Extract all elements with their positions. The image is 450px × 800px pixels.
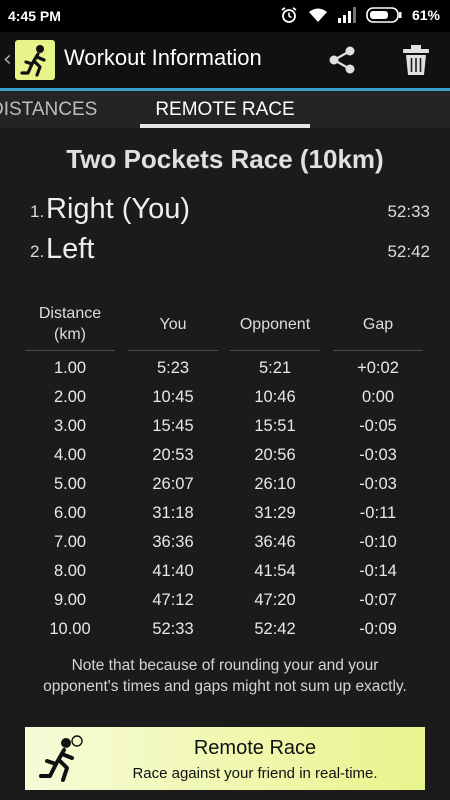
cell-distance: 5.00: [53, 475, 87, 493]
cell-opponent: 52:42: [254, 620, 296, 638]
cell-distance: 8.00: [53, 562, 87, 580]
cell-you: 5:23: [156, 359, 190, 377]
promo-title: Remote Race: [193, 737, 317, 759]
cell-gap: -0:14: [359, 562, 397, 580]
cell-gap: 0:00: [361, 388, 395, 406]
back-chevron-icon[interactable]: ‹: [3, 49, 12, 71]
tab-remote-race[interactable]: REMOTE RACE: [140, 99, 310, 121]
cell-gap: -0:09: [359, 620, 397, 638]
cell-distance: 7.00: [53, 533, 87, 551]
cell-distance: 4.00: [53, 446, 87, 464]
signal-icon: [337, 7, 356, 23]
result-rank: 1.: [30, 202, 45, 221]
promo-subtitle: Race against your friend in real-time.: [132, 765, 378, 782]
cell-distance: 9.00: [53, 591, 87, 609]
cell-you: 10:45: [152, 388, 194, 406]
app-logo-icon[interactable]: [15, 40, 55, 80]
table-header: Distance (km) You Opponent Gap: [25, 298, 425, 351]
share-button[interactable]: [326, 44, 358, 76]
cell-distance: 10.00: [49, 620, 91, 638]
cell-distance: 6.00: [53, 504, 87, 522]
tab-bar: DISTANCES REMOTE RACE: [0, 91, 450, 128]
cell-you: 20:53: [152, 446, 194, 464]
cell-distance: 2.00: [53, 388, 87, 406]
trash-icon: [403, 45, 429, 75]
table-row: 4.00 20:53 20:56 -0:03: [25, 441, 425, 470]
cell-gap: -0:05: [359, 417, 397, 435]
tab-selected-indicator: [140, 124, 310, 128]
result-row: 1. Right (You) 52:33: [30, 190, 430, 226]
cell-gap: -0:11: [359, 504, 397, 522]
table-row: 6.00 31:18 31:29 -0:11: [25, 499, 425, 528]
cell-gap: -0:07: [359, 591, 397, 609]
header-opponent: Opponent: [230, 298, 320, 351]
cell-opponent: 47:20: [254, 591, 296, 609]
table-row: 8.00 41:40 41:54 -0:14: [25, 557, 425, 586]
cell-gap: +0:02: [357, 359, 399, 377]
cell-you: 15:45: [152, 417, 194, 435]
splits-table: Distance (km) You Opponent Gap 1.00 5:23…: [25, 298, 425, 644]
delete-button[interactable]: [400, 43, 432, 77]
cell-opponent: 41:54: [254, 562, 296, 580]
cell-you: 41:40: [152, 562, 194, 580]
cell-you: 47:12: [152, 591, 194, 609]
cell-opponent: 36:46: [254, 533, 296, 551]
cell-you: 31:18: [152, 504, 194, 522]
cell-opponent: 31:29: [254, 504, 296, 522]
header-distance: Distance (km): [25, 298, 115, 351]
result-name: Left: [46, 233, 95, 265]
cell-gap: -0:03: [359, 475, 397, 493]
cell-opponent: 10:46: [254, 388, 296, 406]
app-bar: ‹ Workout Information: [0, 32, 450, 88]
cell-gap: -0:10: [359, 533, 397, 551]
cell-opponent: 20:56: [254, 446, 296, 464]
cell-opponent: 5:21: [258, 359, 292, 377]
table-row: 3.00 15:45 15:51 -0:05: [25, 412, 425, 441]
table-row: 7.00 36:36 36:46 -0:10: [25, 528, 425, 557]
tab-distances[interactable]: DISTANCES: [0, 99, 97, 121]
status-time: 4:45 PM: [8, 8, 61, 24]
table-row: 5.00 26:07 26:10 -0:03: [25, 470, 425, 499]
battery-icon: [366, 7, 402, 23]
share-icon: [329, 46, 355, 74]
cell-you: 36:36: [152, 533, 194, 551]
cell-opponent: 26:10: [254, 475, 296, 493]
result-name: Right (You): [46, 193, 191, 225]
table-row: 2.00 10:45 10:46 0:00: [25, 383, 425, 412]
rounding-note: Note that because of rounding your and y…: [43, 657, 407, 695]
cell-distance: 1.00: [53, 359, 87, 377]
header-gap: Gap: [333, 298, 423, 351]
cell-you: 52:33: [152, 620, 194, 638]
table-row: 1.00 5:23 5:21 +0:02: [25, 354, 425, 383]
running-man-icon: [39, 735, 83, 782]
cell-gap: -0:03: [359, 446, 397, 464]
cell-opponent: 15:51: [254, 417, 296, 435]
result-time: 52:33: [387, 202, 430, 221]
header-you: You: [128, 298, 218, 351]
remote-race-banner[interactable]: Remote Race Race against your friend in …: [25, 727, 425, 790]
app-title: Workout Information: [64, 45, 262, 70]
table-row: 9.00 47:12 47:20 -0:07: [25, 586, 425, 615]
result-row: 2. Left 52:42: [30, 230, 430, 266]
cell-you: 26:07: [152, 475, 194, 493]
table-row: 10.00 52:33 52:42 -0:09: [25, 615, 425, 644]
battery-percent: 61%: [411, 7, 440, 23]
result-rank: 2.: [30, 242, 45, 261]
alarm-icon: [280, 6, 298, 24]
wifi-icon: [308, 7, 328, 23]
status-bar: 4:45 PM 61%: [0, 0, 450, 32]
result-time: 52:42: [387, 242, 430, 261]
cell-distance: 3.00: [53, 417, 87, 435]
race-title: Two Pockets Race (10km): [66, 144, 384, 174]
status-icons: 61%: [280, 6, 440, 24]
